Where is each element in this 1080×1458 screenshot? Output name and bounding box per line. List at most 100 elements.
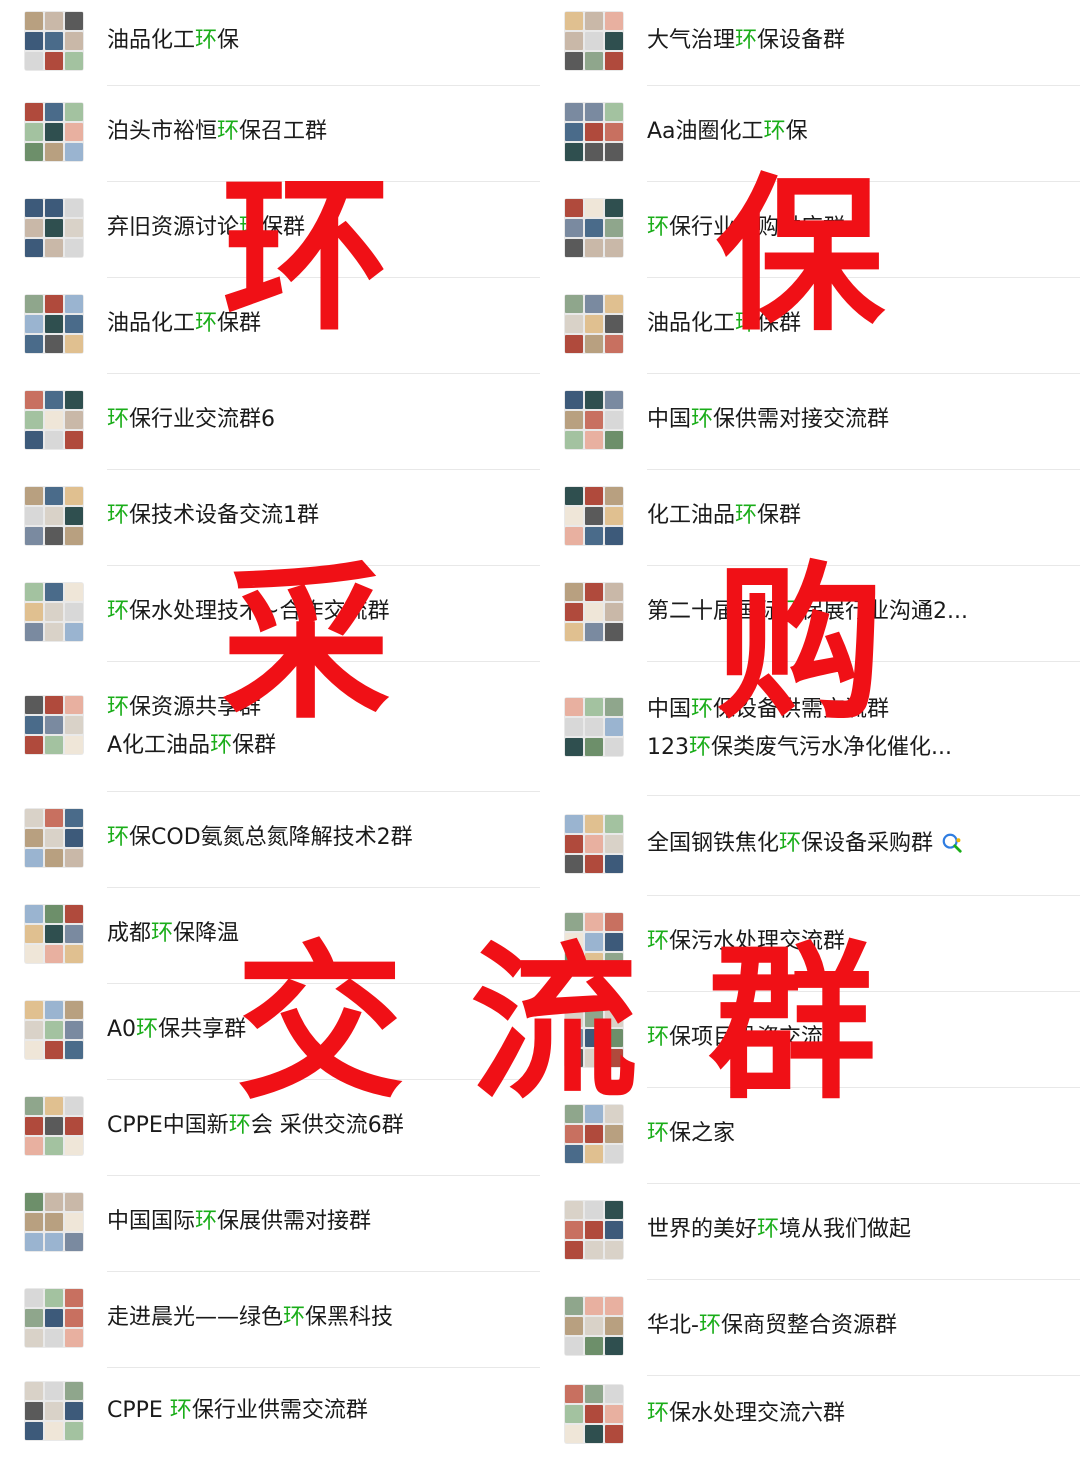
highlight-keyword: 环 [691, 407, 714, 432]
member-avatar-tile [565, 1029, 583, 1047]
group-list-item[interactable]: 环保水处理交流六群 [540, 1376, 1080, 1456]
group-list-item[interactable]: 中国国际环保展供需对接群 [0, 1176, 540, 1272]
group-name: 环保项目投资交流 [647, 1021, 1060, 1055]
member-avatar-tile [565, 1317, 583, 1335]
group-list-item[interactable]: 全国钢铁焦化环保设备采购群 [540, 796, 1080, 896]
group-list-item[interactable]: 环保水处理技术~合作交流群 [0, 566, 540, 662]
group-avatar[interactable] [24, 1288, 84, 1348]
group-avatar[interactable] [564, 1104, 624, 1164]
group-list-item[interactable]: 油品化工环保群 [540, 278, 1080, 374]
group-avatar[interactable] [24, 904, 84, 964]
title-text: 保水处理技术~合作交流群 [129, 599, 390, 624]
member-avatar-tile [585, 507, 603, 525]
group-list-item[interactable]: 环保COD氨氮总氮降解技术2群 [0, 792, 540, 888]
group-list-item[interactable]: CPPE 环保行业供需交流群 [0, 1368, 540, 1458]
group-name: 油品化工环保群 [647, 307, 1060, 341]
group-avatar[interactable] [24, 1096, 84, 1156]
member-avatar-tile [585, 1201, 603, 1219]
group-avatar[interactable] [24, 808, 84, 868]
group-list-item[interactable]: 泊头市裕恒环保召工群 [0, 86, 540, 182]
member-avatar-tile [25, 1289, 43, 1307]
group-list-item[interactable]: 中国环保设备供需交流群 123环保类废气污水净化催化... [540, 662, 1080, 796]
group-avatar[interactable] [564, 1008, 624, 1068]
group-avatar[interactable] [564, 102, 624, 162]
group-avatar[interactable] [564, 582, 624, 642]
group-avatar[interactable] [24, 486, 84, 546]
group-list-item[interactable]: 环保行业交流群6 [0, 374, 540, 470]
member-avatar-tile [565, 933, 583, 951]
group-avatar[interactable] [564, 294, 624, 354]
group-list-item[interactable]: Aa油圈化工环保 [540, 86, 1080, 182]
group-list-item[interactable]: 环保行业采购供应群 [540, 182, 1080, 278]
member-avatar-tile [605, 953, 623, 971]
group-list-item[interactable]: 环保污水处理交流群 [540, 896, 1080, 992]
group-list-item[interactable]: 油品化工环保 [0, 0, 540, 86]
group-avatar[interactable] [24, 1000, 84, 1060]
member-avatar-tile [605, 315, 623, 333]
member-avatar-tile [25, 1422, 43, 1440]
group-avatar[interactable] [564, 1200, 624, 1260]
member-avatar-tile [45, 1001, 63, 1019]
member-avatar-tile [605, 52, 623, 70]
member-avatar-tile [65, 945, 83, 963]
group-avatar[interactable] [24, 695, 84, 755]
highlight-keyword: 环 [647, 1121, 670, 1146]
title-text: 中国 [647, 407, 692, 432]
group-list-item[interactable]: 华北-环保商贸整合资源群 [540, 1280, 1080, 1376]
member-avatar-tile [565, 411, 583, 429]
group-list-item[interactable]: 环保之家 [540, 1088, 1080, 1184]
group-list-item[interactable]: 世界的美好环境从我们做起 [540, 1184, 1080, 1280]
group-list-item[interactable]: 成都环保降温 [0, 888, 540, 984]
group-list-item[interactable]: 环保项目投资交流 [540, 992, 1080, 1088]
member-avatar-tile [45, 1329, 63, 1347]
title-text: 保群 [757, 503, 802, 528]
group-avatar[interactable] [24, 1192, 84, 1252]
group-list-item[interactable]: 走进晨光——绿色环保黑科技 [0, 1272, 540, 1368]
group-avatar[interactable] [24, 198, 84, 258]
group-avatar[interactable] [564, 814, 624, 874]
member-avatar-tile [565, 603, 583, 621]
member-avatar-tile [65, 487, 83, 505]
group-avatar[interactable] [564, 390, 624, 450]
title-text: 保行业采购供应群 [669, 215, 846, 240]
member-avatar-tile [605, 1145, 623, 1163]
group-avatar[interactable] [24, 1381, 84, 1441]
group-name: 环保之家 [647, 1117, 1060, 1151]
group-list-item[interactable]: 大气治理环保设备群 [540, 0, 1080, 86]
member-avatar-tile [585, 315, 603, 333]
group-avatar[interactable] [24, 294, 84, 354]
highlight-keyword: 环 [647, 1025, 670, 1050]
member-avatar-tile [65, 716, 83, 734]
member-avatar-tile [45, 1041, 63, 1059]
member-avatar-tile [585, 933, 603, 951]
member-avatar-tile [45, 829, 63, 847]
member-avatar-tile [65, 103, 83, 121]
member-avatar-tile [65, 1097, 83, 1115]
group-list-item[interactable]: A0环保共享群 [0, 984, 540, 1080]
group-avatar[interactable] [564, 198, 624, 258]
group-list-item[interactable]: CPPE中国新环会 采供交流6群 [0, 1080, 540, 1176]
group-avatar[interactable] [564, 697, 624, 757]
group-avatar[interactable] [564, 1384, 624, 1444]
group-avatar[interactable] [564, 486, 624, 546]
group-avatar[interactable] [564, 11, 624, 71]
group-list-item[interactable]: 油品化工环保群 [0, 278, 540, 374]
group-avatar[interactable] [564, 912, 624, 972]
group-list-item[interactable]: 第二十届国际环保展行业沟通2... [540, 566, 1080, 662]
group-avatar[interactable] [24, 390, 84, 450]
group-list-item[interactable]: 中国环保供需对接交流群 [540, 374, 1080, 470]
group-avatar[interactable] [564, 1296, 624, 1356]
group-avatar[interactable] [24, 102, 84, 162]
group-list-item[interactable]: 环保资源共享群 A化工油品环保群 [0, 662, 540, 792]
title-text: 化工油品 [647, 503, 736, 528]
group-avatar[interactable] [24, 582, 84, 642]
group-list-item[interactable]: 化工油品环保群 [540, 470, 1080, 566]
title-text: CPPE [107, 1398, 170, 1423]
group-avatar[interactable] [24, 11, 84, 71]
title-text: 保资源共享群 [129, 695, 262, 720]
group-list-item[interactable]: 环保技术设备交流1群 [0, 470, 540, 566]
member-avatar-tile [565, 315, 583, 333]
title-text: 保行业供需交流群 [191, 1398, 368, 1423]
title-text: 保降温 [173, 921, 240, 946]
group-list-item[interactable]: 弃旧资源讨论环保群 [0, 182, 540, 278]
